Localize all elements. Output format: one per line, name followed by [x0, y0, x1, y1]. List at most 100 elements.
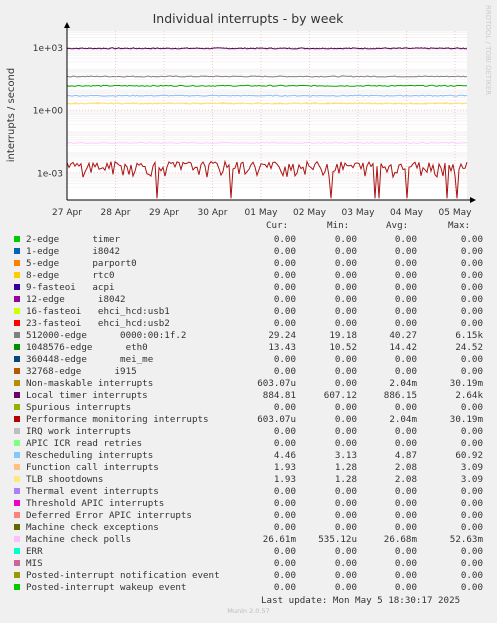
- legend-value-max: 0.00: [460, 306, 483, 317]
- legend-value-cur: 0.00: [273, 426, 296, 437]
- legend-value-cur: 603.07u: [257, 378, 296, 389]
- legend-value-avg: 2.08: [394, 462, 417, 473]
- legend-value-avg: 2.04m: [389, 414, 417, 425]
- legend-value-min: 0.00: [334, 438, 357, 449]
- legend-row: 32768-edge i915 0.00 0.00 0.00 0.00: [0, 366, 497, 378]
- legend-value-max: 0.00: [460, 522, 483, 533]
- legend-value-cur: 29.24: [268, 330, 296, 341]
- legend-value-avg: 14.42: [389, 342, 417, 353]
- y-axis-arrow: [64, 22, 70, 28]
- legend-row: 12-edge i8042 0.00 0.00 0.00 0.00: [0, 294, 497, 306]
- legend-value-max: 0.00: [460, 546, 483, 557]
- legend-row: Non-maskable interrupts 603.07u 0.00 2.04m 3…: [0, 378, 497, 390]
- legend-value-min: 0.00: [334, 570, 357, 581]
- legend-swatch: [14, 584, 20, 590]
- legend-value-max: 0.00: [460, 258, 483, 269]
- legend-value-avg: 0.00: [394, 522, 417, 533]
- legend-value-avg: 0.00: [394, 498, 417, 509]
- legend-value-min: 0.00: [334, 282, 357, 293]
- legend-row: Deferred Error APIC interrupts 0.00 0.00 0.…: [0, 510, 497, 522]
- legend-value-max: 3.09: [460, 462, 483, 473]
- legend-row: 5-edge parport0 0.00 0.00 0.00 0.00: [0, 258, 497, 270]
- legend-value-min: 0.00: [334, 270, 357, 281]
- legend-label: 23-fasteoi ehci_hcd:usb2: [26, 318, 170, 329]
- legend-value-min: 1.28: [334, 462, 357, 473]
- legend-value-min: 0.00: [334, 246, 357, 257]
- legend-row: ERR 0.00 0.00 0.00 0.00: [0, 546, 497, 558]
- legend-value-max: 52.63m: [449, 534, 483, 545]
- legend-value-max: 0.00: [460, 582, 483, 593]
- legend-row: Thermal event interrupts 0.00 0.00 0.00 0.00: [0, 486, 497, 498]
- x-tick-label: 27 Apr: [52, 208, 82, 218]
- legend-value-cur: 0.00: [273, 486, 296, 497]
- legend-swatch: [14, 560, 20, 566]
- legend-label: Threshold APIC interrupts: [26, 498, 165, 509]
- legend-swatch: [14, 524, 20, 530]
- legend-value-max: 0.00: [460, 486, 483, 497]
- legend-row: Posted-interrupt notification event 0.00 0…: [0, 570, 497, 582]
- legend-value-cur: 0.00: [273, 354, 296, 365]
- legend-swatch: [14, 332, 20, 338]
- legend-value-min: 0.00: [334, 498, 357, 509]
- legend-value-avg: 0.00: [394, 558, 417, 569]
- legend-value-min: 0.00: [334, 378, 357, 389]
- legend-swatch: [14, 320, 20, 326]
- legend-row: IRQ work interrupts 0.00 0.00 0.00 0.00: [0, 426, 497, 438]
- legend-value-min: 0.00: [334, 234, 357, 245]
- legend-value-avg: 26.68m: [383, 534, 417, 545]
- legend-row: Machine check exceptions 0.00 0.00 0.00 0.00: [0, 522, 497, 534]
- legend-value-max: 30.19m: [449, 378, 483, 389]
- legend-value-min: 1.28: [334, 474, 357, 485]
- legend-value-cur: 0.00: [273, 234, 296, 245]
- x-tick-label: 30 Apr: [198, 208, 228, 218]
- y-tick-labels: 1e+03 1e+00 1e-03: [33, 44, 64, 180]
- legend-row: Threshold APIC interrupts 0.00 0.00 0.00 0.0…: [0, 498, 497, 510]
- legend-swatch: [14, 260, 20, 266]
- legend-value-max: 30.19m: [449, 414, 483, 425]
- legend-value-cur: 0.00: [273, 582, 296, 593]
- legend-value-avg: 2.08: [394, 474, 417, 485]
- legend-value-cur: 1.93: [273, 474, 296, 485]
- legend-value-avg: 0.00: [394, 426, 417, 437]
- legend-row: TLB shootdowns 1.93 1.28 2.08 3.09: [0, 474, 497, 486]
- legend-value-avg: 0.00: [394, 270, 417, 281]
- legend-value-cur: 603.07u: [257, 414, 296, 425]
- legend-value-min: 0.00: [334, 258, 357, 269]
- legend-swatch: [14, 548, 20, 554]
- legend-value-cur: 0.00: [273, 498, 296, 509]
- legend-swatch: [14, 296, 20, 302]
- legend-value-min: 0.00: [334, 294, 357, 305]
- legend-label: Non-maskable interrupts: [26, 378, 154, 389]
- legend-value-max: 0.00: [460, 354, 483, 365]
- legend-value-avg: 0.00: [394, 510, 417, 521]
- legend-value-cur: 0.00: [273, 522, 296, 533]
- legend-value-cur: 4.46: [273, 450, 296, 461]
- legend-value-avg: 0.00: [394, 570, 417, 581]
- legend-header-avg: Avg:: [386, 220, 409, 231]
- legend-swatch: [14, 284, 20, 290]
- legend-label: 9-fasteoi acpi: [26, 282, 115, 293]
- chart-graph: Individual interrupts - by week interrup…: [6, 5, 492, 218]
- legend-label: ERR: [26, 546, 43, 557]
- legend-row: Rescheduling interrupts 4.46 3.13 4.87 60.92: [0, 450, 497, 462]
- legend-value-cur: 0.00: [273, 294, 296, 305]
- legend-row: Performance monitoring interrupts 603.07u…: [0, 414, 497, 426]
- legend-value-cur: 0.00: [273, 246, 296, 257]
- legend-value-avg: 0.00: [394, 546, 417, 557]
- legend-value-avg: 0.00: [394, 282, 417, 293]
- x-tick-label: 05 May: [439, 208, 473, 218]
- legend-row: Machine check polls 26.61m 535.12u 26.68m 52…: [0, 534, 497, 546]
- legend-swatch: [14, 500, 20, 506]
- legend-row: Function call interrupts 1.93 1.28 2.08 3.09: [0, 462, 497, 474]
- x-tick-labels: 27 Apr 28 Apr 29 Apr 30 Apr 01 May 02 May 03 M…: [52, 208, 472, 218]
- legend-value-cur: 13.43: [268, 342, 296, 353]
- legend-label: Rescheduling interrupts: [26, 450, 154, 461]
- legend-value-min: 0.00: [334, 522, 357, 533]
- legend-value-cur: 0.00: [273, 570, 296, 581]
- legend-label: 2-edge timer: [26, 234, 121, 245]
- legend-row: 1-edge i8042 0.00 0.00 0.00 0.00: [0, 246, 497, 258]
- legend-label: 16-fasteoi ehci_hcd:usb1: [26, 306, 170, 317]
- legend-value-max: 60.92: [455, 450, 483, 461]
- legend-swatch: [14, 248, 20, 254]
- last-update: Last update: Mon May 5 18:30:17 2025: [261, 595, 461, 606]
